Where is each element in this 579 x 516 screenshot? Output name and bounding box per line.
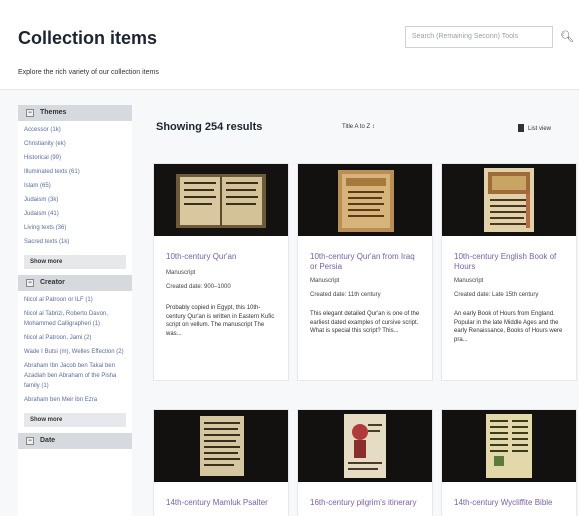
- facet-item[interactable]: Nicol al Patroon or ILF (1): [24, 295, 126, 305]
- results-count: Showing 254 results: [156, 121, 263, 133]
- facet-item[interactable]: Illuminated texts (61): [24, 167, 126, 177]
- facet-item[interactable]: Historical (99): [24, 153, 126, 163]
- page-header: Collection items Search (Remaining Secon…: [0, 0, 579, 90]
- results-panel: Showing 254 results Title A to Z ↕ List …: [140, 105, 579, 516]
- facet-header-themes[interactable]: − Themes: [18, 105, 132, 121]
- facet-item-count: (41): [48, 211, 59, 217]
- page-title: Collection items: [18, 28, 158, 48]
- facet-item-count: (2): [84, 335, 92, 341]
- facet-item[interactable]: Living texts (36): [24, 223, 126, 233]
- card-title[interactable]: 10th-century Qur'an: [166, 252, 278, 262]
- search-input[interactable]: Search (Remaining Seconn) Tools: [405, 26, 553, 48]
- facet-header-creator[interactable]: − Creator: [18, 275, 132, 291]
- facet-item[interactable]: Judaism (41): [24, 209, 126, 219]
- page-subtitle: Explore the rich variety of our collecti…: [18, 69, 159, 76]
- result-card[interactable]: 10th-century Qur'an Manuscript Created d…: [153, 163, 289, 381]
- collapse-icon[interactable]: −: [26, 109, 34, 117]
- facet-item-count: (1k): [59, 239, 70, 245]
- facet-item-count: (1): [41, 383, 49, 389]
- search-icon[interactable]: 🔍︎: [558, 26, 576, 48]
- card-thumbnail[interactable]: [442, 164, 576, 236]
- facet-item-label[interactable]: Nicol al Patroon or ILF: [24, 297, 84, 303]
- card-title[interactable]: 10th-century Qur'an from Iraq or Persia: [310, 252, 422, 272]
- facet-title: Creator: [40, 279, 65, 286]
- card-type: Manuscript: [310, 278, 340, 284]
- facet-item[interactable]: Sacred texts (1k): [24, 237, 126, 247]
- facet-item-label[interactable]: Islam: [24, 183, 38, 189]
- page: Collection items Search (Remaining Secon…: [0, 0, 579, 516]
- facet-item-label[interactable]: Christianity: [24, 141, 54, 147]
- result-card[interactable]: 14th-century Mamluk Psalter: [153, 409, 289, 516]
- facet-item-count: (3k): [48, 197, 59, 203]
- collapse-icon[interactable]: −: [26, 279, 34, 287]
- facet-item-label[interactable]: Historical: [24, 155, 49, 161]
- card-date: Created date: 11th century: [310, 292, 381, 298]
- facet-item-count: (1k): [50, 127, 61, 133]
- facet-item-label[interactable]: Abraham ben Meir ibn Ezra: [24, 397, 97, 403]
- facet-item-label[interactable]: Judaism: [24, 211, 46, 217]
- facet-header-date[interactable]: − Date: [18, 433, 132, 449]
- card-thumbnail[interactable]: [442, 410, 576, 482]
- chevron-down-icon: ↕: [371, 124, 375, 130]
- card-description: This elegant detailed Qur'an is one of t…: [310, 311, 420, 334]
- facet-item[interactable]: Nicol al Patroon, Jami (2): [24, 333, 126, 343]
- facet-item-count: (1): [92, 321, 101, 327]
- facet-item-count: (65): [40, 183, 51, 189]
- card-title[interactable]: 16th-century pilgrim's itinerary: [310, 498, 422, 508]
- facet-item-label[interactable]: Illuminated texts: [24, 169, 67, 175]
- collapse-icon[interactable]: −: [26, 437, 34, 445]
- facet-item-count: (99): [50, 155, 62, 161]
- facet-title: Date: [40, 437, 56, 444]
- result-card[interactable]: 10th-century English Book of Hours Manus…: [441, 163, 577, 381]
- filter-sidebar: − Themes Accessor (1k) Christianity (ek)…: [18, 105, 132, 516]
- card-thumbnail[interactable]: [154, 164, 288, 236]
- facet-item-count: (61): [69, 169, 80, 175]
- card-description: An early Book of Hours from England. Pop…: [454, 311, 563, 343]
- facet-title: Themes: [40, 109, 67, 116]
- card-title[interactable]: 10th-century English Book of Hours: [454, 252, 566, 272]
- facet-item[interactable]: Judaism (3k): [24, 195, 126, 205]
- show-more-button[interactable]: Show more: [24, 413, 126, 427]
- card-title[interactable]: 14th-century Wycliffite Bible: [454, 498, 566, 508]
- facet-item-label[interactable]: Judaism: [24, 197, 46, 203]
- facet-item-count: (1): [85, 297, 93, 303]
- card-thumbnail[interactable]: [154, 410, 288, 482]
- facet-item[interactable]: Accessor (1k): [24, 125, 126, 135]
- facet-item-label[interactable]: Abraham Ibn Jacob ben Takai ben Azadiah …: [24, 363, 116, 389]
- facet-item-label[interactable]: Wade I Butsi (m), Welles Effection: [24, 349, 115, 355]
- result-card[interactable]: 10th-century Qur'an from Iraq or Persia …: [297, 163, 433, 381]
- list-view-label: List view: [528, 126, 552, 132]
- card-thumbnail[interactable]: [298, 164, 432, 236]
- facet-item[interactable]: Islam (65): [24, 181, 126, 191]
- card-thumbnail[interactable]: [298, 410, 432, 482]
- facet-item[interactable]: Christianity (ek): [24, 139, 126, 149]
- facet-list-themes: Accessor (1k) Christianity (ek) Historic…: [18, 121, 132, 253]
- sort-select[interactable]: Title A to Z ↕: [338, 120, 396, 136]
- result-card[interactable]: 16th-century pilgrim's itinerary: [297, 409, 433, 516]
- card-type: Manuscript: [454, 278, 484, 284]
- card-date: Created date: 900–1000: [166, 284, 231, 290]
- card-title[interactable]: 14th-century Mamluk Psalter: [166, 498, 278, 508]
- list-view-icon: [518, 124, 524, 132]
- show-more-button[interactable]: Show more: [24, 255, 126, 269]
- list-view-button[interactable]: List view: [518, 120, 574, 136]
- facet-list-creator: Nicol al Patroon or ILF (1) Nicol al Tab…: [18, 291, 132, 411]
- result-card[interactable]: 14th-century Wycliffite Bible: [441, 409, 577, 516]
- facet-item-label[interactable]: Living texts: [24, 225, 54, 231]
- facet-item[interactable]: Abraham Ibn Jacob ben Takai ben Azadiah …: [24, 361, 126, 391]
- facet-item[interactable]: Wade I Butsi (m), Welles Effection (2): [24, 347, 126, 357]
- facet-item-count: (ek): [55, 141, 66, 147]
- facet-item-label[interactable]: Accessor: [24, 127, 49, 133]
- facet-item[interactable]: Nicol al Tabrizi, Roberto Davon, Mohamme…: [24, 309, 126, 329]
- card-description: Probably copied in Egypt, this 10th-cent…: [166, 305, 275, 337]
- sort-select-value: Title A to Z: [342, 124, 371, 130]
- facet-item[interactable]: Abraham ben Meir ibn Ezra: [24, 395, 126, 405]
- facet-item-count: (36): [55, 225, 67, 231]
- card-date: Created date: Late 15th century: [454, 292, 539, 298]
- facet-item-label[interactable]: Sacred texts: [24, 239, 57, 245]
- facet-item-count: (2): [116, 349, 124, 355]
- card-type: Manuscript: [166, 270, 196, 276]
- facet-item-label[interactable]: Nicol al Patroon, Jami: [24, 335, 82, 341]
